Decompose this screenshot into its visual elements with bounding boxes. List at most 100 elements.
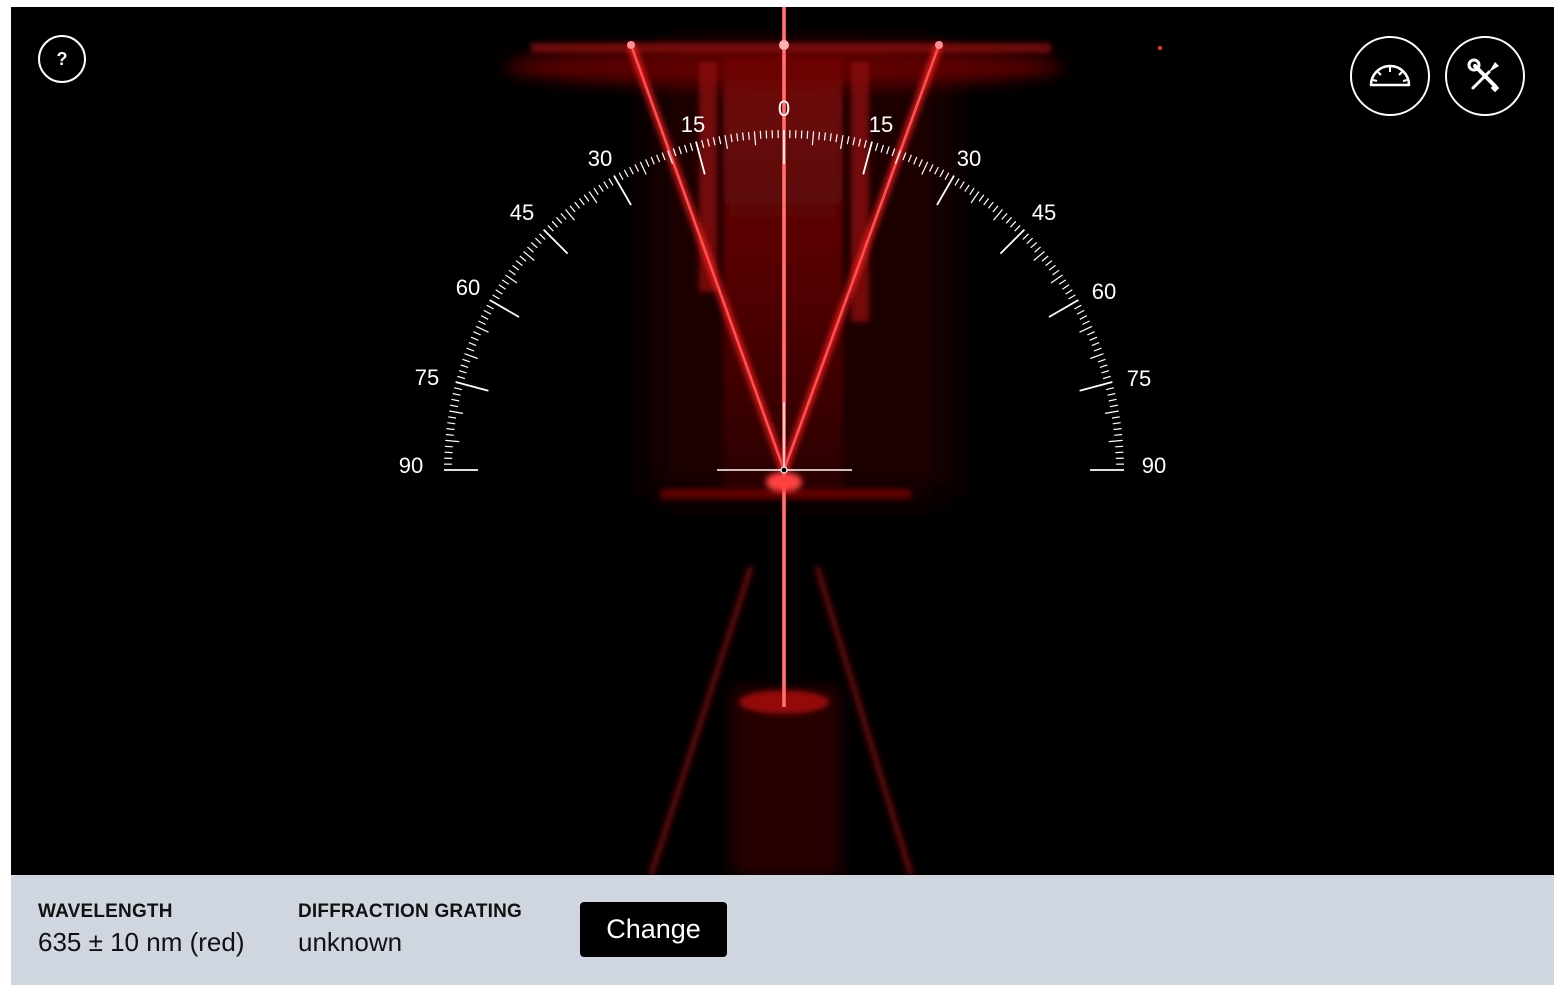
scale-tick	[613, 175, 632, 206]
scale-label-right-45: 45	[1032, 200, 1056, 225]
scale-label-right-15: 15	[869, 112, 893, 137]
scale-tick	[645, 159, 650, 167]
scale-tick	[1109, 404, 1118, 408]
scale-tick	[1079, 325, 1093, 333]
scale-tick	[983, 198, 990, 206]
scale-tick	[466, 347, 475, 352]
scale-tick	[483, 309, 492, 315]
scale-tick	[527, 246, 534, 253]
scale-label-left-45: 45	[510, 200, 534, 225]
scale-tick	[569, 205, 576, 213]
scale-tick	[1005, 216, 1012, 224]
scale-tick	[1105, 387, 1115, 391]
scale-tick	[629, 166, 634, 175]
scale-tick	[445, 433, 454, 436]
scale-tick	[818, 131, 821, 140]
scale-tick	[460, 364, 469, 368]
scale-tick	[1062, 284, 1070, 290]
scale-tick	[446, 428, 455, 431]
scale-tick	[523, 251, 535, 261]
scale-tick	[530, 242, 538, 249]
scale-tick	[1108, 439, 1123, 443]
protractor-button[interactable]	[1350, 36, 1430, 116]
scale-tick	[480, 315, 489, 320]
scale-tick	[593, 187, 599, 196]
scale-tick	[634, 164, 640, 172]
scale-tick	[1026, 237, 1034, 245]
scale-tick	[462, 358, 471, 363]
scale-tick	[556, 216, 563, 224]
scale-tick	[987, 201, 994, 209]
scale-tick	[519, 255, 527, 262]
scale-tick	[1030, 242, 1038, 249]
scale-tick	[588, 191, 598, 204]
scale-tick	[1048, 264, 1056, 271]
scale-tick	[1101, 370, 1110, 374]
scale-tick	[449, 410, 464, 414]
scale-label-left-90: 90	[399, 453, 423, 478]
scale-label-left-60: 60	[456, 275, 480, 300]
scale-label-left-0: 0	[778, 96, 790, 121]
scale-tick	[551, 220, 559, 228]
tools-icon	[1467, 58, 1500, 93]
scale-tick	[954, 178, 960, 186]
scale-label-left-30: 30	[588, 146, 612, 171]
laser-scene: 0 15 30 45 60 75 90 15 30 45 60 75 90	[399, 7, 1166, 875]
scale-tick	[623, 169, 629, 178]
scale-tick	[1076, 309, 1085, 315]
scale-tick	[747, 131, 750, 140]
scale-tick	[508, 269, 516, 276]
scale-tick	[1074, 304, 1082, 310]
scale-tick	[1099, 364, 1108, 368]
scale-tick	[447, 422, 456, 425]
scale-tick	[970, 191, 980, 204]
scale-tick	[1093, 347, 1102, 352]
scale-tick	[1113, 428, 1122, 431]
scale-tick	[501, 279, 510, 285]
scale-tick	[578, 198, 585, 206]
tools-button[interactable]	[1445, 36, 1525, 116]
scale-tick	[475, 325, 489, 333]
scale-tick	[464, 353, 478, 360]
scale-tick	[1050, 274, 1063, 284]
scale-tick	[992, 205, 999, 213]
scale-tick	[444, 445, 453, 448]
scale-tick	[1058, 279, 1067, 285]
scale-tick	[639, 161, 647, 175]
wavelength-label: WAVELENGTH	[38, 901, 173, 922]
scale-tick	[495, 289, 503, 295]
scale-tick	[964, 184, 970, 192]
scale-tick	[498, 284, 506, 290]
help-button[interactable]: ?	[38, 35, 86, 83]
scale-tick	[1041, 255, 1049, 262]
scale-tick	[1034, 246, 1041, 253]
scale-tick	[489, 299, 520, 318]
scale-tick	[1102, 375, 1111, 380]
scale-tick	[1001, 213, 1008, 220]
scale-tick	[959, 181, 965, 189]
scale-tick	[1045, 260, 1053, 267]
scale-tick	[560, 213, 567, 220]
scale-tick	[478, 320, 486, 326]
scale-tick	[806, 130, 809, 139]
footer-panel: WAVELENGTH 635 ± 10 nm (red) DIFFRACTION…	[11, 875, 1554, 985]
scale-tick	[1052, 269, 1060, 276]
scale-tick	[603, 181, 609, 189]
scale-tick	[1114, 433, 1123, 436]
scale-tick	[1104, 410, 1119, 414]
scale-tick	[473, 331, 481, 336]
scale-tick	[512, 264, 520, 271]
scale-tick	[598, 184, 604, 192]
wavelength-field: WAVELENGTH 635 ± 10 nm (red)	[38, 901, 244, 958]
scale-tick	[1082, 320, 1090, 326]
scale-tick	[448, 416, 457, 419]
scale-tick	[470, 336, 479, 341]
scale-tick	[1014, 224, 1021, 232]
scale-label-right-60: 60	[1092, 279, 1116, 304]
change-button[interactable]: Change	[580, 902, 727, 957]
protractor-icon	[1369, 64, 1411, 87]
scale-tick	[445, 439, 460, 443]
scale-tick	[969, 187, 975, 196]
scale-tick	[583, 194, 590, 202]
scale-tick	[608, 178, 614, 186]
